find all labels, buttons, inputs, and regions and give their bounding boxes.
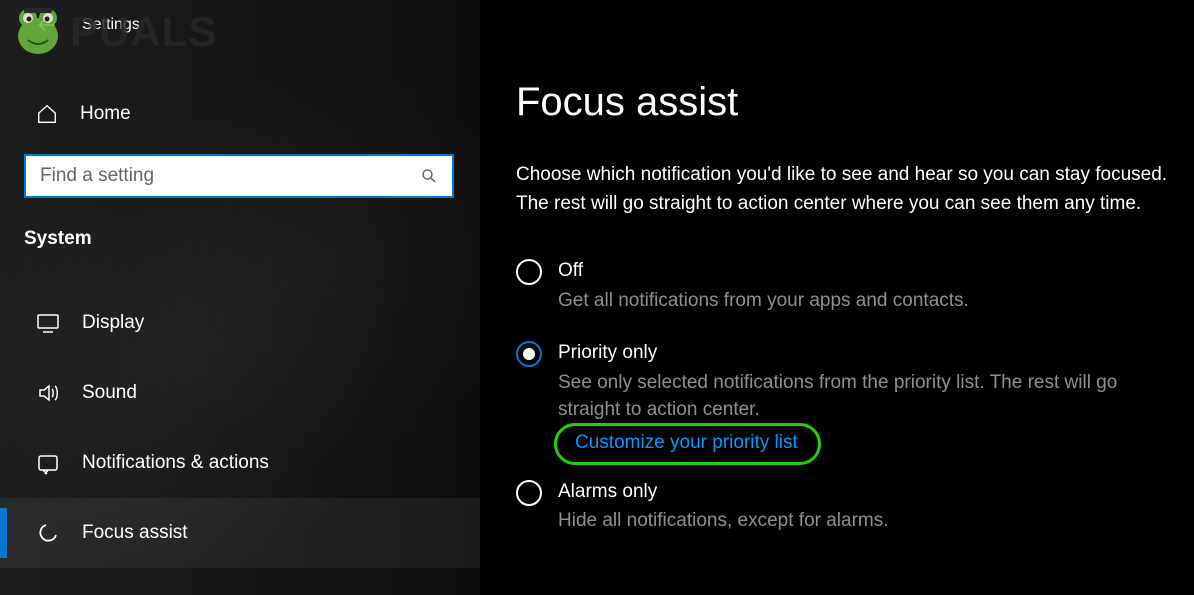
page-title: Focus assist xyxy=(516,80,1178,125)
sidebar-item-sound[interactable]: Sound xyxy=(0,358,480,428)
search-input[interactable] xyxy=(40,165,420,187)
sidebar-item-label: Sound xyxy=(82,382,137,404)
option-priority[interactable]: Priority only See only selected notifica… xyxy=(516,340,1178,465)
sidebar-section-header: System xyxy=(0,198,480,264)
option-label: Alarms only xyxy=(558,479,1178,506)
option-sub: Get all notifications from your apps and… xyxy=(558,287,1178,315)
sidebar-item-label: Display xyxy=(82,312,144,334)
display-icon xyxy=(36,311,60,335)
option-sub: Hide all notifications, except for alarm… xyxy=(558,507,1178,535)
focus-assist-options: Off Get all notifications from your apps… xyxy=(516,258,1178,535)
radio-off[interactable] xyxy=(516,259,542,285)
option-label: Priority only xyxy=(558,340,1178,367)
page-description: Choose which notification you'd like to … xyxy=(516,161,1176,218)
home-icon xyxy=(36,103,58,125)
home-label: Home xyxy=(80,103,131,125)
option-text: Off Get all notifications from your apps… xyxy=(558,258,1178,314)
sidebar-item-notifications[interactable]: Notifications & actions xyxy=(0,428,480,498)
option-sub: See only selected notifications from the… xyxy=(558,369,1178,421)
option-text: Alarms only Hide all notifications, exce… xyxy=(558,479,1178,535)
option-text: Priority only See only selected notifica… xyxy=(558,340,1178,465)
option-alarms[interactable]: Alarms only Hide all notifications, exce… xyxy=(516,479,1178,535)
search-box[interactable] xyxy=(24,154,454,198)
search-container xyxy=(24,154,456,198)
sidebar-nav: Display Sound Notifications & action xyxy=(0,288,480,568)
notifications-icon xyxy=(36,451,60,475)
watermark-text: PUALS xyxy=(70,8,217,56)
sidebar-item-label: Focus assist xyxy=(82,522,188,544)
sidebar-item-focus-assist[interactable]: Focus assist xyxy=(0,498,480,568)
sidebar-item-label: Notifications & actions xyxy=(82,452,269,474)
search-icon xyxy=(420,167,438,185)
option-off[interactable]: Off Get all notifications from your apps… xyxy=(516,258,1178,314)
focus-assist-icon xyxy=(36,521,60,545)
sidebar-item-display[interactable]: Display xyxy=(0,288,480,358)
home-button[interactable]: Home xyxy=(0,94,480,134)
radio-priority[interactable] xyxy=(516,341,542,367)
content-pane: Focus assist Choose which notification y… xyxy=(480,0,1194,595)
sidebar: PUALS Settings Home System xyxy=(0,0,480,595)
customize-priority-list-link[interactable]: Customize your priority list xyxy=(554,423,821,465)
sound-icon xyxy=(36,381,60,405)
watermark-logo xyxy=(10,2,66,58)
option-label: Off xyxy=(558,258,1178,285)
radio-alarms[interactable] xyxy=(516,480,542,506)
